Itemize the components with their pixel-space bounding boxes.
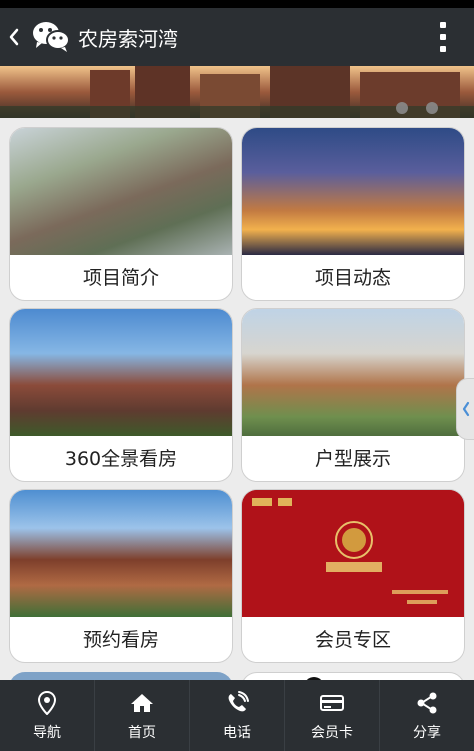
- tab-navigation[interactable]: 导航: [0, 680, 94, 751]
- member-card-image: [242, 490, 464, 617]
- chevron-left-icon: [9, 28, 19, 46]
- card-label: 户型展示: [314, 448, 391, 470]
- chevron-left-icon: [462, 401, 469, 417]
- wechat-icon: [28, 8, 74, 66]
- tab-member-card[interactable]: 会员卡: [285, 680, 379, 751]
- more-dot-icon: [440, 46, 446, 52]
- card-member-zone[interactable]: 会员专区: [241, 489, 465, 663]
- card-image: [242, 490, 464, 617]
- tab-label: 电话: [223, 724, 251, 741]
- menu-grid: 项目简介 项目动态 360全景看房 户型展示 预约看房 会员专区: [0, 118, 474, 680]
- tab-phone[interactable]: 电话: [190, 680, 284, 751]
- carousel-dot[interactable]: [426, 102, 438, 114]
- card-floor-plans[interactable]: 户型展示: [241, 308, 465, 482]
- page-title: 农房索河湾: [78, 26, 178, 51]
- card-label: 360全景看房: [64, 448, 178, 470]
- card-project-news[interactable]: 项目动态: [241, 127, 465, 301]
- more-dot-icon: [440, 22, 446, 28]
- card-image: [242, 309, 464, 436]
- card-image: [242, 128, 464, 255]
- bottom-tab-bar: 导航 首页 电话 会员卡 分享: [0, 680, 474, 751]
- card-label: 预约看房: [82, 629, 159, 651]
- card-project-intro[interactable]: 项目简介: [9, 127, 233, 301]
- card-360-view[interactable]: 360全景看房: [9, 308, 233, 482]
- card-image: [10, 128, 232, 255]
- card-book-viewing[interactable]: 预约看房: [9, 489, 233, 663]
- app-bar: 农房索河湾: [0, 8, 474, 66]
- phone-icon: [224, 690, 250, 716]
- card-label: 项目动态: [314, 267, 391, 289]
- location-pin-icon: [34, 690, 60, 716]
- home-icon: [129, 690, 155, 716]
- banner-carousel[interactable]: [0, 66, 474, 118]
- carousel-dot[interactable]: [396, 102, 408, 114]
- status-bar: [0, 0, 474, 8]
- side-drawer-handle[interactable]: [456, 378, 474, 440]
- more-menu-button[interactable]: [438, 22, 448, 52]
- card-image: [10, 309, 232, 436]
- tab-label: 会员卡: [311, 724, 353, 741]
- card-label: 项目简介: [82, 267, 159, 289]
- tab-label: 首页: [128, 724, 156, 741]
- share-icon: [414, 690, 440, 716]
- more-dot-icon: [440, 34, 446, 40]
- back-button[interactable]: [0, 8, 28, 66]
- card-icon: [319, 690, 345, 716]
- card-label: 会员专区: [314, 629, 391, 651]
- card-image: [10, 490, 232, 617]
- tab-label: 分享: [413, 724, 441, 741]
- tab-home[interactable]: 首页: [95, 680, 189, 751]
- tab-label: 导航: [33, 724, 61, 741]
- tab-share[interactable]: 分享: [380, 680, 474, 751]
